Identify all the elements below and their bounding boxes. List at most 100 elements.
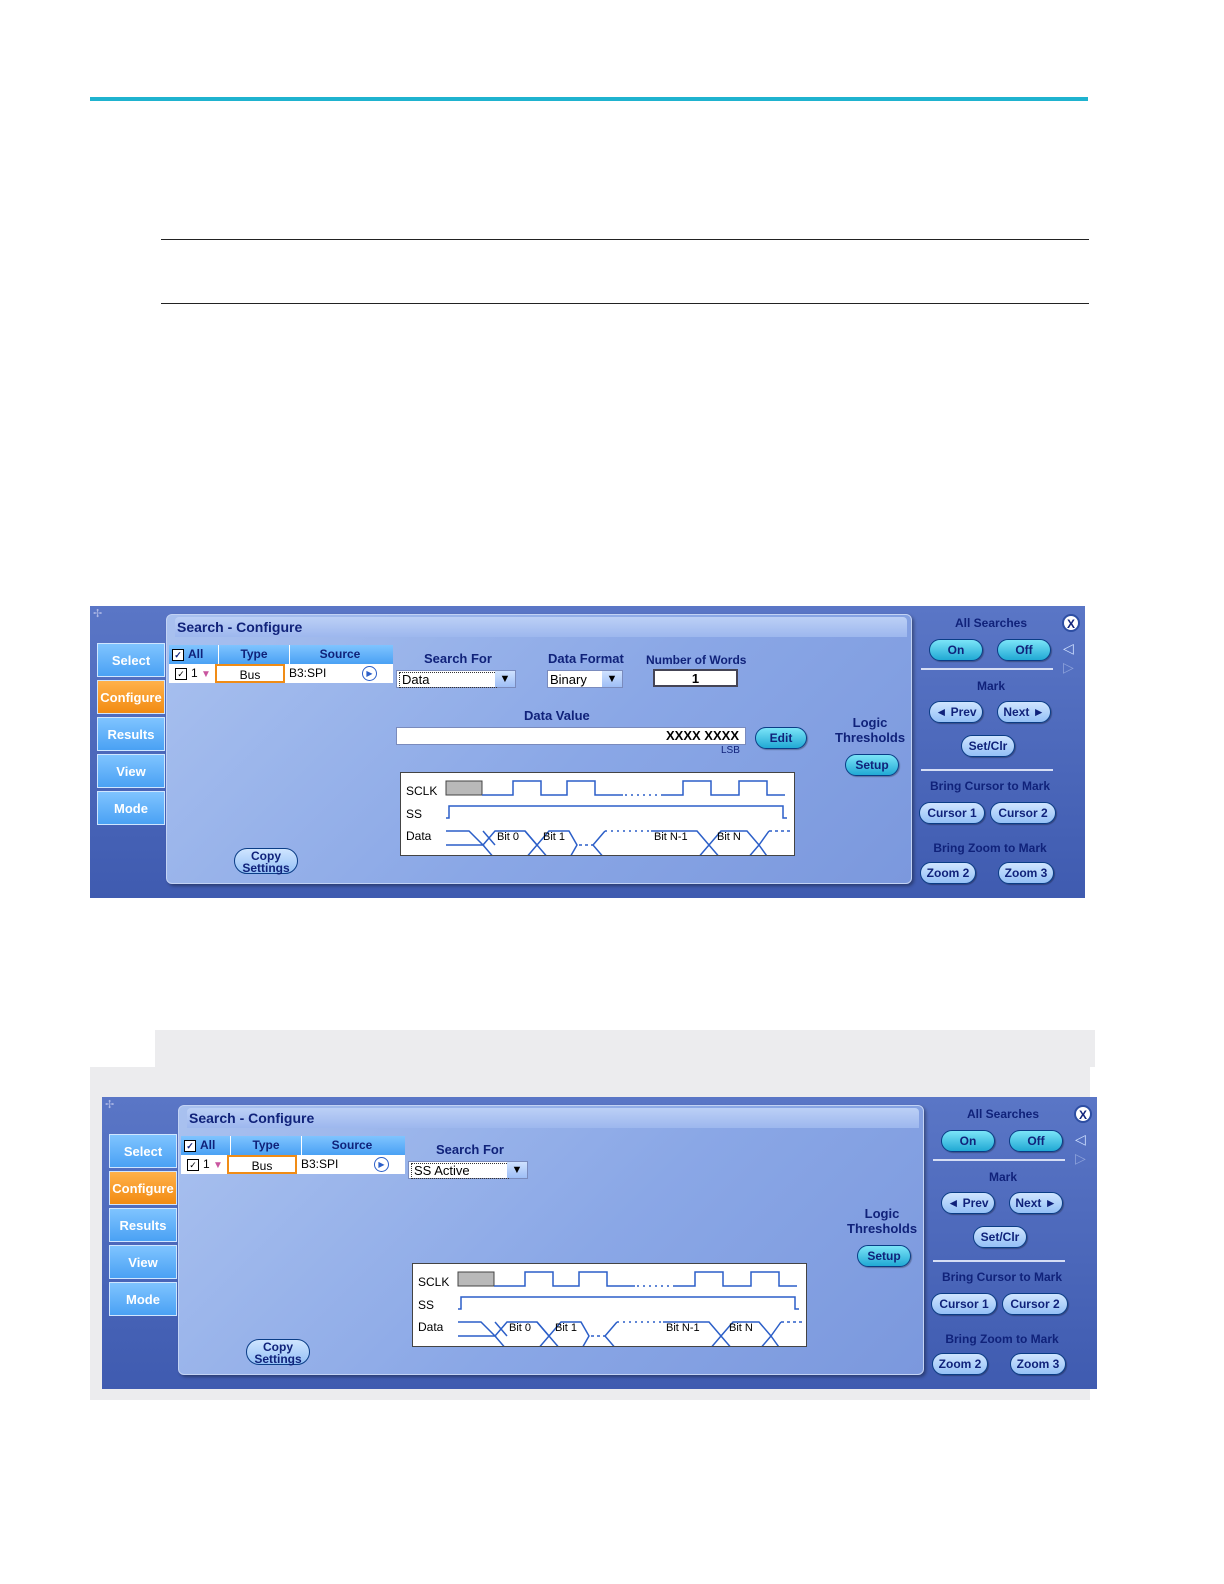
row-number: 1: [191, 666, 198, 680]
tab-view[interactable]: View: [97, 754, 165, 788]
all-searches-on-button[interactable]: On: [929, 639, 983, 661]
cursor1-button[interactable]: Cursor 1: [931, 1293, 997, 1315]
row-source: B3:SPI: [289, 666, 327, 680]
ss-label: SS: [418, 1298, 434, 1312]
all-searches-on-button[interactable]: On: [941, 1130, 995, 1152]
all-searches-off-button[interactable]: Off: [1009, 1130, 1063, 1152]
bring-cursor-label: Bring Cursor to Mark: [929, 779, 1050, 793]
prev-mark-button[interactable]: ◄ Prev: [929, 701, 983, 723]
mark-label: Mark: [988, 1170, 1017, 1184]
zoom2-button[interactable]: Zoom 2: [920, 862, 976, 884]
tab-mode[interactable]: Mode: [109, 1282, 177, 1316]
number-of-words-input[interactable]: 1: [653, 669, 738, 687]
next-mark-button[interactable]: Next ►: [1009, 1192, 1063, 1214]
bitn-label: Bit N: [717, 831, 741, 843]
zoom3-button[interactable]: Zoom 3: [998, 862, 1054, 884]
row-type[interactable]: Bus: [227, 1155, 297, 1174]
table-row[interactable]: ✓ 1 ▼ Bus B3:SPI ▶: [181, 1155, 405, 1174]
set-clear-mark-button[interactable]: Set/Clr: [961, 735, 1015, 757]
expand-right-icon[interactable]: ▷: [1063, 659, 1074, 676]
search-for-value: SS Active: [411, 1163, 509, 1179]
sclk-label: SCLK: [418, 1275, 449, 1289]
cursor2-button[interactable]: Cursor 2: [1002, 1293, 1068, 1315]
configure-area: Search - Configure ✓ All Type Source ✓ 1 ▼…: [166, 614, 912, 884]
spi-waveform-svg: SCLK SS Data Bit 0 Bit 1 Bit N-1 Bit N: [418, 1271, 805, 1351]
all-searches-label: All Searches: [966, 1107, 1040, 1121]
row-type[interactable]: Bus: [215, 664, 285, 683]
panel-title: Search - Configure: [187, 1108, 919, 1128]
marker-triangle-icon: ▼: [201, 669, 211, 680]
sclk-wave-end: [663, 780, 785, 796]
spi-waveform-svg: SCLK SS Data Bit 0 Bit 1 Bit N-1 Bit N: [406, 780, 793, 860]
set-clear-mark-button[interactable]: Set/Clr: [973, 1226, 1027, 1248]
bring-zoom-label: Bring Zoom to Mark: [945, 1332, 1059, 1346]
cursor1-button[interactable]: Cursor 1: [919, 802, 985, 824]
search-configure-panel-1: ✢ Select Configure Results View Mode Sea…: [90, 606, 1085, 898]
tab-mode[interactable]: Mode: [97, 791, 165, 825]
zoom3-button[interactable]: Zoom 3: [1010, 1353, 1066, 1375]
bring-cursor-label: Bring Cursor to Mark: [941, 1270, 1062, 1284]
zoom2-button[interactable]: Zoom 2: [932, 1353, 988, 1375]
tab-view[interactable]: View: [109, 1245, 177, 1279]
ss-label: SS: [406, 807, 422, 821]
col-all: All: [188, 647, 204, 661]
tab-results[interactable]: Results: [109, 1208, 177, 1242]
row-checkbox[interactable]: ✓: [175, 667, 187, 680]
copy-settings-button[interactable]: Copy Settings: [234, 848, 298, 874]
col-source: Source: [319, 647, 361, 661]
col-type: Type: [231, 1136, 302, 1155]
bit0-label: Bit 0: [509, 1322, 531, 1334]
tab-select[interactable]: Select: [109, 1134, 177, 1168]
note-rule-top: [161, 239, 1089, 240]
collapse-left-icon[interactable]: ◁: [1063, 640, 1074, 657]
all-checkbox[interactable]: ✓: [172, 648, 184, 661]
panel-title: Search - Configure: [175, 617, 907, 637]
edit-button[interactable]: Edit: [755, 727, 807, 749]
search-for-select[interactable]: SS Active ▼: [408, 1161, 528, 1179]
close-icon[interactable]: X: [1062, 614, 1080, 632]
cursor2-button[interactable]: Cursor 2: [990, 802, 1056, 824]
bitn1-label: Bit N-1: [666, 1322, 700, 1334]
data-value-input[interactable]: XXXX XXXX: [396, 727, 746, 745]
col-source: Source: [331, 1138, 373, 1152]
expand-right-icon[interactable]: ▷: [1075, 1150, 1086, 1167]
tab-select[interactable]: Select: [97, 643, 165, 677]
source-play-icon[interactable]: ▶: [362, 666, 377, 681]
setup-button[interactable]: Setup: [845, 754, 899, 776]
tab-results[interactable]: Results: [97, 717, 165, 751]
copy-settings-button[interactable]: Copy Settings: [246, 1339, 310, 1365]
source-play-icon[interactable]: ▶: [374, 1157, 389, 1172]
number-of-words-label: Number of Words: [646, 653, 747, 667]
side-tabs: Select Configure Results View Mode: [109, 1134, 177, 1319]
data-wave-lead: [446, 830, 485, 846]
side-tabs: Select Configure Results View Mode: [97, 643, 165, 828]
data-format-label: Data Format: [548, 651, 624, 666]
dropdown-arrow-icon: ▼: [507, 1162, 527, 1178]
tab-configure[interactable]: Configure: [97, 680, 165, 714]
close-icon[interactable]: X: [1074, 1105, 1092, 1123]
all-searches-off-button[interactable]: Off: [997, 639, 1051, 661]
search-for-value: Data: [399, 672, 497, 688]
search-for-label: Search For: [436, 1142, 504, 1157]
resize-corner-icon: ✢: [93, 608, 103, 620]
collapse-left-icon[interactable]: ◁: [1075, 1131, 1086, 1148]
tab-configure[interactable]: Configure: [109, 1171, 177, 1205]
next-mark-button[interactable]: Next ►: [997, 701, 1051, 723]
search-for-select[interactable]: Data ▼: [396, 670, 516, 688]
data-wave-lead: [458, 1321, 497, 1337]
bitn1-label: Bit N-1: [654, 831, 688, 843]
table-row[interactable]: ✓ 1 ▼ Bus B3:SPI ▶: [169, 664, 393, 683]
bring-zoom-label: Bring Zoom to Mark: [933, 841, 1047, 855]
col-all: All: [200, 1138, 216, 1152]
sclk-idle-block: [457, 1271, 495, 1287]
ss-wave: [458, 1296, 799, 1310]
mark-label: Mark: [976, 679, 1005, 693]
sclk-wave-end: [675, 1271, 797, 1287]
dropdown-arrow-icon: ▼: [495, 671, 515, 687]
setup-button[interactable]: Setup: [857, 1245, 911, 1267]
row-checkbox[interactable]: ✓: [187, 1158, 199, 1171]
data-format-select[interactable]: Binary ▼: [547, 670, 623, 688]
all-checkbox[interactable]: ✓: [184, 1139, 196, 1152]
prev-mark-button[interactable]: ◄ Prev: [941, 1192, 995, 1214]
sclk-idle-block: [445, 780, 483, 796]
